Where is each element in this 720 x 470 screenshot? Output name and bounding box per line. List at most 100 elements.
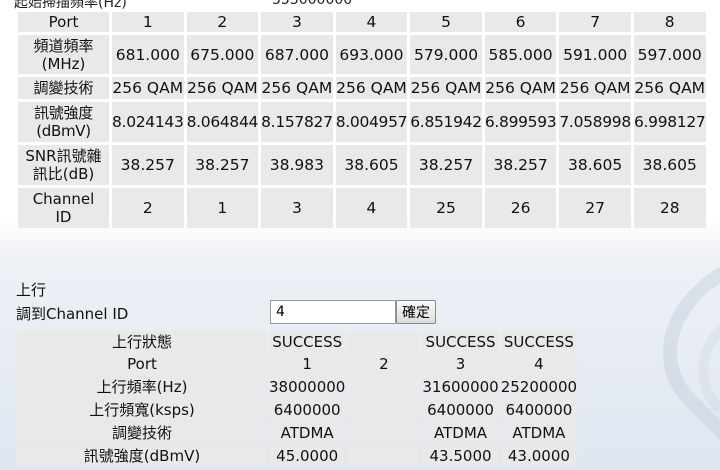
cell-power: 6.998127 bbox=[633, 102, 706, 142]
upstream-section-title: 上行 bbox=[16, 281, 47, 299]
cell-channel-id: 26 bbox=[484, 188, 557, 228]
cell-modulation: ATDMA bbox=[269, 422, 346, 443]
cell-status: SUCCESS bbox=[500, 331, 578, 352]
cell-channel-id: 28 bbox=[633, 188, 706, 228]
row-label-power: 訊號強度 (dBmV) bbox=[18, 102, 109, 142]
cell-bandwidth: 6400000 bbox=[269, 399, 346, 420]
cell-power: 8.064844 bbox=[186, 102, 258, 142]
cell-channel-id: 25 bbox=[410, 188, 482, 228]
cell-frequency: 597.000 bbox=[633, 35, 706, 74]
row-label-channel-id: Channel ID bbox=[18, 188, 109, 228]
table-row: Channel ID 2 1 3 4 25 26 27 28 bbox=[18, 188, 706, 228]
table-row: 上行狀態 SUCCESS SUCCESS SUCCESS bbox=[17, 331, 578, 352]
cell-status: SUCCESS bbox=[422, 331, 499, 352]
row-label-port: Port bbox=[18, 12, 109, 32]
cell-frequency: 693.000 bbox=[335, 35, 408, 74]
cell-port: 4 bbox=[500, 354, 578, 374]
row-label-power: 訊號強度(dBmV) bbox=[17, 445, 267, 466]
cell-status: SUCCESS bbox=[269, 331, 346, 352]
row-label-port: Port bbox=[17, 354, 267, 374]
row-label-snr: SNR訊號雜 訊比(dB) bbox=[18, 145, 109, 185]
cell-frequency: 585.000 bbox=[484, 35, 557, 74]
cell-modulation: 256 QAM bbox=[484, 77, 557, 99]
cell-modulation: ATDMA bbox=[422, 422, 499, 443]
table-row: 上行頻率(Hz) 38000000 31600000 25200000 bbox=[17, 376, 578, 397]
cell-modulation: 256 QAM bbox=[335, 77, 408, 99]
scan-start-frequency-value: 555000000 bbox=[272, 0, 353, 8]
cell-frequency: 591.000 bbox=[559, 35, 631, 74]
cell-frequency: 687.000 bbox=[261, 35, 333, 74]
channel-id-input[interactable] bbox=[270, 300, 396, 324]
upstream-table: 上行狀態 SUCCESS SUCCESS SUCCESS Port 1 2 3 … bbox=[15, 329, 579, 468]
cell-modulation bbox=[347, 422, 421, 443]
cell-snr: 38.605 bbox=[633, 145, 706, 185]
cell-snr: 38.257 bbox=[112, 145, 184, 185]
row-label-status: 上行狀態 bbox=[17, 331, 267, 352]
row-label-modulation: 調變技術 bbox=[17, 422, 267, 443]
cell-frequency: 579.000 bbox=[410, 35, 482, 74]
cell-snr: 38.983 bbox=[261, 145, 333, 185]
cell-modulation: 256 QAM bbox=[112, 77, 184, 99]
table-row: 調變技術 ATDMA ATDMA ATDMA bbox=[17, 422, 578, 443]
cell-snr: 38.605 bbox=[335, 145, 408, 185]
cell-port: 1 bbox=[112, 12, 184, 32]
cell-channel-id: 1 bbox=[186, 188, 259, 228]
cell-snr: 38.257 bbox=[484, 145, 557, 185]
cell-port: 2 bbox=[347, 354, 421, 374]
table-row: Port 1 2 3 4 5 6 7 8 bbox=[18, 12, 706, 32]
row-label-modulation: 調變技術 bbox=[18, 77, 109, 99]
cell-modulation: 256 QAM bbox=[410, 77, 482, 99]
cell-channel-id: 2 bbox=[112, 188, 184, 228]
cell-power: 6.851942 bbox=[410, 102, 482, 142]
cell-frequency: 25200000 bbox=[500, 376, 578, 397]
cell-modulation: 256 QAM bbox=[261, 77, 333, 99]
cell-port: 7 bbox=[559, 12, 631, 32]
cell-power: 7.058998 bbox=[559, 102, 631, 142]
cell-status bbox=[347, 331, 421, 352]
cell-modulation: 256 QAM bbox=[559, 77, 631, 99]
cell-snr: 38.257 bbox=[410, 145, 482, 185]
cell-snr: 38.605 bbox=[559, 145, 631, 185]
cell-power: 8.157827 bbox=[261, 102, 333, 142]
cell-frequency bbox=[347, 376, 421, 397]
cell-port: 2 bbox=[186, 12, 259, 32]
cell-frequency: 31600000 bbox=[422, 376, 499, 397]
row-label-bandwidth: 上行頻寬(ksps) bbox=[17, 399, 267, 420]
cell-frequency: 675.000 bbox=[186, 35, 259, 74]
cell-snr: 38.257 bbox=[186, 145, 259, 185]
row-label-frequency: 頻道頻率 (MHz) bbox=[18, 35, 109, 74]
cell-port: 8 bbox=[633, 12, 706, 32]
cell-power: 43.0000 bbox=[500, 445, 578, 466]
cell-channel-id: 3 bbox=[261, 188, 333, 228]
cell-power: 6.899593 bbox=[484, 102, 557, 142]
table-row: 調變技術 256 QAM 256 QAM 256 QAM 256 QAM 256… bbox=[18, 77, 706, 99]
background-swirl-decoration bbox=[663, 266, 720, 441]
cell-modulation: 256 QAM bbox=[186, 77, 259, 99]
cell-power: 43.5000 bbox=[422, 445, 499, 466]
table-row: Port 1 2 3 4 bbox=[17, 354, 578, 374]
table-row: 頻道頻率 (MHz) 681.000 675.000 687.000 693.0… bbox=[18, 35, 706, 74]
cell-frequency: 681.000 bbox=[112, 35, 184, 74]
cell-power bbox=[347, 445, 421, 466]
channel-id-label: 調到Channel ID bbox=[16, 305, 129, 323]
cell-modulation: ATDMA bbox=[500, 422, 578, 443]
cell-port: 1 bbox=[269, 354, 346, 374]
confirm-button[interactable]: 確定 bbox=[396, 300, 436, 324]
cell-port: 4 bbox=[335, 12, 408, 32]
cell-bandwidth: 6400000 bbox=[500, 399, 578, 420]
cell-frequency: 38000000 bbox=[269, 376, 346, 397]
table-row: 上行頻寬(ksps) 6400000 6400000 6400000 bbox=[17, 399, 578, 420]
cell-channel-id: 27 bbox=[559, 188, 631, 228]
cell-port: 3 bbox=[261, 12, 333, 32]
cell-power: 45.0000 bbox=[269, 445, 346, 466]
downstream-table: Port 1 2 3 4 5 6 7 8 頻道頻率 (MHz) 681.000 … bbox=[15, 9, 709, 231]
cell-channel-id: 4 bbox=[335, 188, 408, 228]
cell-power: 8.004957 bbox=[335, 102, 408, 142]
cell-bandwidth bbox=[347, 399, 421, 420]
cell-port: 3 bbox=[422, 354, 499, 374]
cell-bandwidth: 6400000 bbox=[422, 399, 499, 420]
cell-port: 5 bbox=[410, 12, 482, 32]
cell-modulation: 256 QAM bbox=[633, 77, 706, 99]
cell-port: 6 bbox=[484, 12, 557, 32]
table-row: 訊號強度(dBmV) 45.0000 43.5000 43.0000 bbox=[17, 445, 578, 466]
